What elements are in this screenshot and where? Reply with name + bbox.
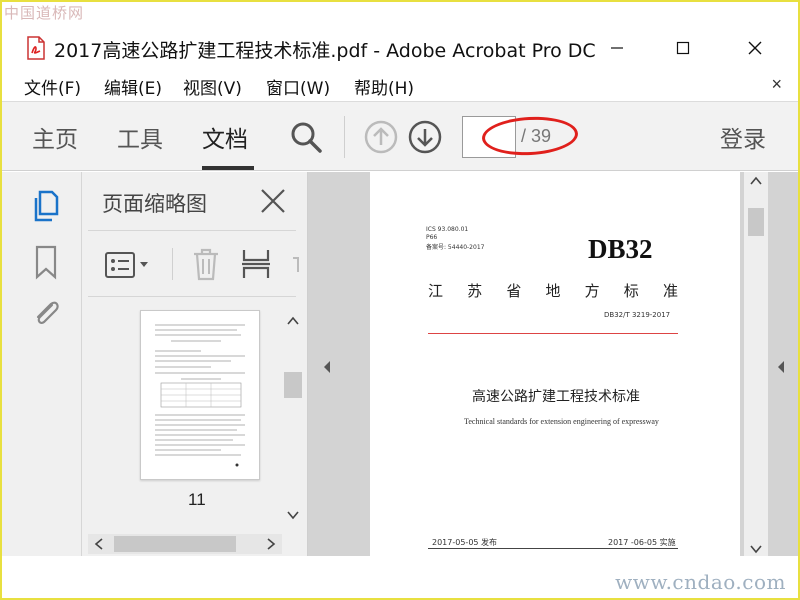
right-workspace-strip — [740, 172, 798, 556]
doc-standard-code: DB32 — [588, 234, 653, 264]
trash-icon[interactable] — [190, 246, 222, 282]
doc-implementation-date: 2017 -06-05 实施 — [608, 538, 676, 547]
tab-tools[interactable]: 工具 — [117, 120, 163, 154]
menu-file[interactable]: 文件(F) — [24, 74, 81, 99]
window-title: 2017高速公路扩建工程技术标准.pdf - Adobe Acrobat Pro… — [54, 40, 596, 62]
doc-province-char: 省 — [506, 282, 522, 300]
menu-window[interactable]: 窗口(W) — [266, 74, 330, 99]
watermark-bottom: www.cndao.com — [615, 570, 786, 594]
watermark-top: 中国道桥网 — [4, 4, 85, 22]
doc-bottom-rule — [428, 548, 678, 549]
maximize-button[interactable] — [668, 34, 698, 62]
doc-province-char: 方 — [584, 282, 600, 300]
navigation-rail — [2, 172, 82, 556]
toolbar-divider — [344, 116, 345, 158]
panel-divider — [88, 230, 296, 231]
document-vertical-scrollbar[interactable] — [744, 172, 768, 556]
thumbnail-horizontal-scrollbar[interactable] — [88, 534, 282, 554]
page-thumbnail[interactable] — [140, 310, 260, 480]
tab-document[interactable]: 文档 — [202, 120, 248, 154]
thumbnail-toolbar — [82, 244, 308, 284]
close-window-button[interactable] — [740, 34, 770, 62]
extract-pages-icon[interactable] — [240, 246, 272, 282]
tab-home[interactable]: 主页 — [32, 120, 78, 154]
panel-divider-2 — [88, 296, 296, 297]
doc-red-rule — [428, 333, 678, 334]
pdf-file-icon — [26, 36, 46, 60]
main-toolbar: 主页 工具 文档 / 39 登录 — [2, 101, 798, 171]
login-button[interactable]: 登录 — [720, 120, 766, 154]
doc-province-char: 地 — [545, 282, 561, 300]
doc-ics: ICS 93.080.01 — [426, 226, 469, 233]
doc-province-title: 江 苏 省 地 方 标 准 — [428, 280, 678, 301]
close-document-icon[interactable]: × — [771, 74, 782, 95]
search-icon[interactable] — [288, 119, 324, 155]
document-page: ICS 93.080.01 P66 备案号: 54440-2017 DB32 江… — [370, 172, 740, 556]
thumbnail-list: 11 — [88, 304, 284, 530]
thumbnail-page-number: 11 — [188, 490, 206, 509]
thumbnail-toolbar-divider — [172, 248, 173, 280]
doc-province-char: 江 — [428, 282, 444, 300]
thumbnail-options-icon[interactable] — [104, 250, 152, 280]
doc-title-chinese: 高速公路扩建工程技术标准 — [472, 389, 640, 405]
page-thumbnails-panel: 页面缩略图 11 — [82, 172, 308, 556]
menu-bar: 文件(F) 编辑(E) 视图(V) 窗口(W) 帮助(H) × — [2, 70, 798, 100]
active-tab-indicator — [202, 166, 254, 170]
collapse-left-icon[interactable] — [322, 360, 332, 379]
menu-edit[interactable]: 编辑(E) — [104, 74, 162, 99]
doc-title-english: Technical standards for extension engine… — [464, 417, 659, 426]
doc-standard-number: DB32/T 3219-2017 — [604, 311, 671, 319]
expand-right-pane-icon[interactable] — [776, 360, 786, 379]
doc-province-char: 苏 — [467, 282, 483, 300]
doc-filing-number: 备案号: 54440-2017 — [426, 244, 485, 251]
previous-page-icon[interactable] — [364, 120, 398, 154]
panel-title: 页面缩略图 — [102, 192, 207, 216]
next-page-icon[interactable] — [408, 120, 442, 154]
close-panel-icon[interactable] — [258, 186, 288, 216]
more-tools-icon[interactable] — [290, 254, 302, 276]
doc-province-char: 标 — [623, 282, 639, 300]
title-bar: 2017高速公路扩建工程技术标准.pdf - Adobe Acrobat Pro… — [2, 28, 798, 68]
thumbnail-vertical-scrollbar[interactable] — [282, 304, 304, 530]
menu-help[interactable]: 帮助(H) — [354, 74, 414, 99]
doc-province-char: 准 — [662, 282, 678, 300]
bookmark-icon[interactable] — [30, 244, 62, 280]
attachment-icon[interactable] — [30, 296, 62, 332]
left-pane-collapse-strip — [308, 172, 370, 556]
doc-issue-date: 2017-05-05 发布 — [432, 538, 498, 547]
pages-icon[interactable] — [30, 188, 62, 224]
menu-view[interactable]: 视图(V) — [183, 74, 242, 99]
doc-classification: P66 — [426, 234, 438, 241]
minimize-button[interactable] — [602, 34, 632, 62]
